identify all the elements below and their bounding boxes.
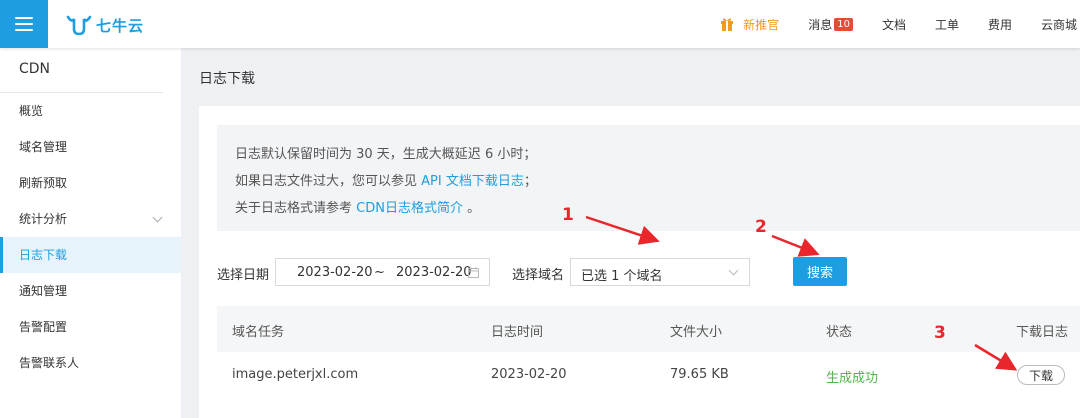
annotation-number-3: 3 [934, 323, 946, 343]
sidebar-item-label: 通知管理 [19, 284, 68, 298]
page-title: 日志下载 [199, 71, 255, 87]
sidebar-item-label: 域名管理 [19, 140, 68, 154]
nav-label: 消息 [808, 17, 833, 32]
domain-select[interactable]: 已选 1 个域名 [570, 258, 750, 286]
download-button[interactable]: 下载 [1017, 365, 1065, 385]
cell-file-size: 79.65 KB [670, 367, 729, 382]
notice-text: ； [523, 174, 537, 189]
nav-docs[interactable]: 文档 [882, 16, 906, 33]
info-notice: 日志默认保留时间为 30 天，生成大概延迟 6 小时； 如果日志文件过大，您可以… [217, 125, 1080, 231]
nav-label: 费用 [987, 17, 1012, 32]
sidebar-item-label: 概览 [19, 104, 44, 118]
annotation-number-2: 2 [755, 217, 767, 237]
nav-label: 新推官 [743, 17, 780, 32]
sidebar-item-label: 日志下载 [19, 248, 68, 262]
domain-label: 选择域名 [512, 268, 565, 283]
end-date: 2023-02-20 [396, 265, 472, 280]
notice-text: 如果日志文件过大，您可以参见 [235, 174, 422, 189]
sidebar-item-refresh-prefetch[interactable]: 刷新预取 [0, 165, 181, 201]
column-header-log-time: 日志时间 [491, 325, 544, 340]
nav-label: 文档 [881, 17, 906, 32]
annotation-number-1: 1 [562, 205, 574, 225]
column-header-file-size: 文件大小 [670, 325, 723, 340]
top-bar: 七牛云 新推官 消息 10 文档 工单 费用 云商城 [0, 0, 1080, 48]
top-nav: 新推官 消息 10 文档 工单 费用 云商城 [721, 0, 1080, 48]
date-label: 选择日期 [217, 268, 270, 283]
table-row: image.peterjxl.com 2023-02-20 79.65 KB 生… [217, 352, 1080, 398]
notice-line-retention: 日志默认保留时间为 30 天，生成大概延迟 6 小时； [235, 147, 537, 162]
date-range-picker[interactable]: 2023-02-20 ~ 2023-02-20 [275, 258, 490, 286]
nav-new-promotion[interactable]: 新推官 [721, 16, 779, 33]
cell-domain: image.peterjxl.com [232, 367, 359, 382]
sidebar-item-label: 统计分析 [19, 212, 68, 226]
sidebar-item-domain-management[interactable]: 域名管理 [0, 129, 181, 165]
sidebar: CDN 概览 域名管理 刷新预取 统计分析 日志下载 通知管理 告警配置 告警联… [0, 48, 181, 418]
notice-line-format: 关于日志格式请参考 CDN日志格式简介 。 [235, 197, 480, 216]
sidebar-title: CDN [0, 48, 163, 93]
qiniu-logo-icon [66, 15, 92, 35]
search-button[interactable]: 搜索 [793, 257, 847, 286]
message-count-badge: 10 [834, 17, 853, 31]
domain-select-value: 已选 1 个域名 [581, 269, 663, 284]
sidebar-item-overview[interactable]: 概览 [0, 93, 181, 129]
logo-text: 七牛云 [96, 16, 145, 35]
sidebar-item-alert-config[interactable]: 告警配置 [0, 309, 181, 345]
nav-tickets[interactable]: 工单 [935, 16, 959, 33]
sidebar-item-statistics[interactable]: 统计分析 [0, 201, 181, 237]
nav-marketplace[interactable]: 云商城 [1041, 16, 1077, 33]
chevron-down-icon [152, 212, 163, 223]
cell-status: 生成成功 [826, 371, 879, 386]
log-format-link[interactable]: CDN日志格式简介 [356, 201, 463, 216]
column-header-domain-task: 域名任务 [232, 325, 285, 340]
column-header-status: 状态 [826, 325, 853, 340]
hamburger-icon [15, 17, 33, 31]
menu-button[interactable] [0, 0, 48, 48]
nav-messages[interactable]: 消息 10 [808, 16, 853, 33]
sidebar-item-label: 告警联系人 [19, 356, 80, 370]
notice-line-api: 如果日志文件过大，您可以参见 API 文档下载日志； [235, 170, 537, 189]
sidebar-item-notification[interactable]: 通知管理 [0, 273, 181, 309]
column-header-download: 下载日志 [1016, 325, 1069, 340]
qiniu-logo[interactable]: 七牛云 [66, 14, 144, 36]
sidebar-item-label: 告警配置 [19, 320, 68, 334]
sidebar-item-alert-contacts[interactable]: 告警联系人 [0, 345, 181, 381]
sidebar-item-log-download[interactable]: 日志下载 [0, 237, 181, 273]
date-separator: ~ [374, 265, 385, 280]
sidebar-item-label: 刷新预取 [19, 176, 68, 190]
api-doc-link[interactable]: API 文档下载日志 [421, 174, 524, 189]
nav-billing[interactable]: 费用 [988, 16, 1012, 33]
notice-text: 。 [462, 201, 481, 216]
gift-icon [721, 18, 734, 31]
cell-log-time: 2023-02-20 [491, 367, 567, 382]
chevron-down-icon [728, 265, 739, 276]
table-header: 域名任务 日志时间 文件大小 状态 下载日志 [217, 306, 1080, 352]
calendar-icon [468, 267, 479, 278]
start-date: 2023-02-20 [297, 265, 373, 280]
nav-label: 工单 [934, 17, 959, 32]
nav-label: 云商城 [1040, 17, 1077, 32]
notice-text: 关于日志格式请参考 [235, 201, 357, 216]
